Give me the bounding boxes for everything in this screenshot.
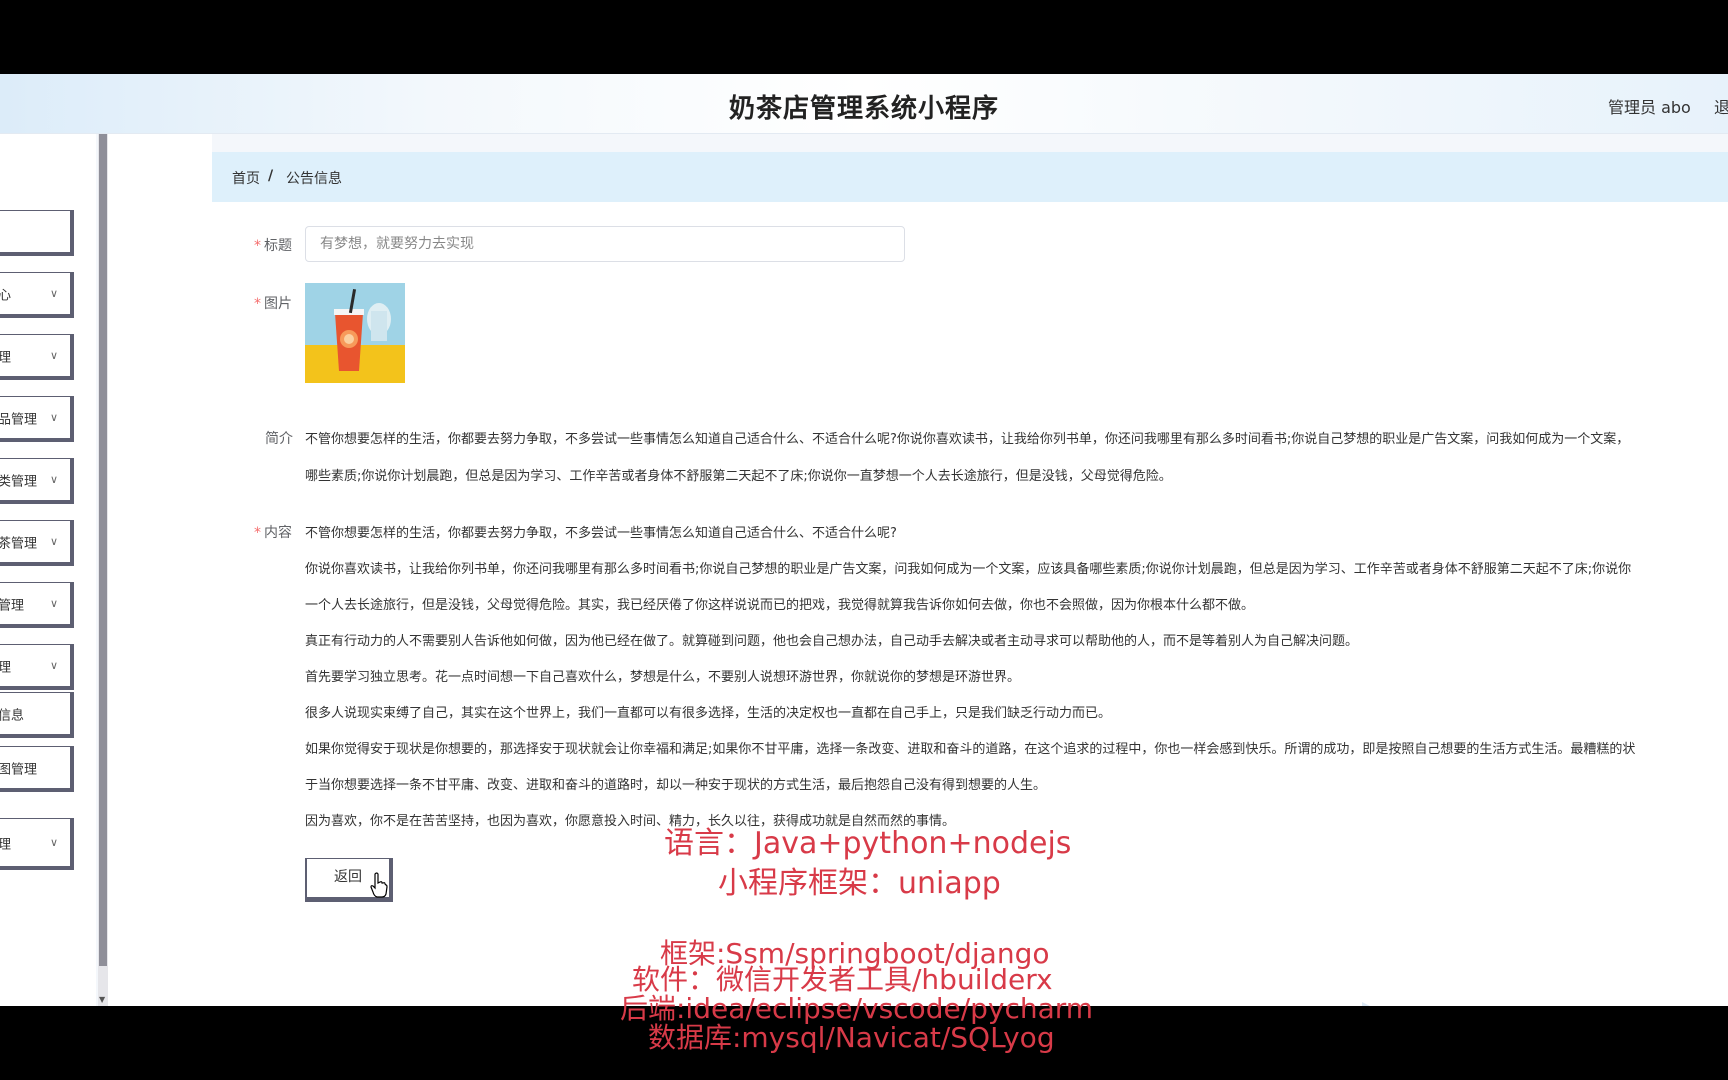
sidebar-item-label: 类管理 (0, 474, 38, 489)
sidebar-item-info[interactable]: 信息 (0, 692, 74, 738)
sidebar-scrollbar[interactable]: ▼ (98, 134, 108, 1006)
sidebar-item-product-manage[interactable]: 品管理 ∨ (0, 396, 74, 442)
intro-line: 哪些素质;你说你计划晨跑，但总是因为学习、工作辛苦或者身体不舒服第二天起不了床;… (305, 469, 1172, 484)
intro-line: 不管你想要怎样的生活，你都要去努力争取，不多尝试一些事情怎么知道自己适合什么、不… (305, 432, 1630, 447)
sidebar-item-label: 品管理 (0, 412, 38, 427)
overlay-language: 语言：Java+python+nodejs (664, 826, 1072, 861)
sidebar-item-tea-manage[interactable]: 茶管理 ∨ (0, 520, 74, 566)
content-line: 很多人说现实束缚了自己，其实在这个世界上，我们一直都可以有很多选择，生活的决定权… (305, 706, 1112, 721)
breadcrumb: 首页 / 公告信息 (212, 152, 1728, 202)
content-line: 如果你觉得安于现状是你想要的，那选择安于现状就会让你幸福和满足;如果你不甘平庸，… (305, 742, 1636, 757)
sidebar-item-category-manage[interactable]: 类管理 ∨ (0, 458, 74, 504)
sidebar-item-manage-4[interactable]: 理 ∨ (0, 818, 74, 870)
app-title: 奶茶店管理系统小程序 (728, 94, 999, 124)
app-screen: 奶茶店管理系统小程序 管理员 abo 退 心 ∨ 理 ∨ 品管理 ∨ 类管理 ∨… (0, 74, 1728, 1006)
logout-link[interactable]: 退 (1714, 94, 1728, 118)
sidebar-item-label: 信息 (0, 708, 25, 723)
sidebar-item-label: 茶管理 (0, 536, 38, 551)
content-line: 一个人去长途旅行，但是没钱，父母觉得危险。其实，我已经厌倦了你这样说说而已的把戏… (305, 598, 1255, 613)
scrollbar-thumb[interactable] (99, 134, 107, 966)
content-line: 你说你喜欢读书，让我给你列书单，你还问我哪里有那么多时间看书;你说自己梦想的职业… (305, 562, 1632, 577)
top-header: 奶茶店管理系统小程序 管理员 abo 退 (0, 74, 1728, 134)
title-field[interactable]: 有梦想，就要努力去实现 (305, 226, 905, 262)
overlay-database: 数据库:mysql/Navicat/SQLyog (648, 1021, 1055, 1054)
sidebar-item-label: 理 (0, 833, 11, 852)
sidebar-item-label: 管理 (0, 598, 25, 613)
hand-cursor-icon (370, 872, 388, 898)
chevron-down-icon: ∨ (49, 472, 58, 486)
content-label: * 内容 (254, 525, 292, 541)
breadcrumb-current: 公告信息 (286, 171, 342, 187)
scroll-down-icon[interactable]: ▼ (99, 995, 105, 1004)
content-line: 真正有行动力的人不需要别人告诉他如何做，因为他已经在做了。就算碰到问题，他也会自… (305, 634, 1359, 649)
image-label: * 图片 (254, 296, 292, 312)
chevron-down-icon: ∨ (49, 286, 58, 300)
chevron-down-icon: ∨ (49, 348, 58, 362)
sidebar-item-label: 理 (0, 656, 11, 675)
milk-tea-image (305, 283, 405, 383)
sidebar: 心 ∨ 理 ∨ 品管理 ∨ 类管理 ∨ 茶管理 ∨ 管理 ∨ 理 ∨ 信息 (0, 134, 96, 1006)
chevron-down-icon: ∨ (49, 596, 58, 610)
content-line: 不管你想要怎样的生活，你都要去努力争取，不多尝试一些事情怎么知道自己适合什么、不… (305, 526, 897, 541)
overlay-miniapp-framework: 小程序框架：uniapp (718, 866, 1001, 901)
intro-label: 简介 (265, 431, 293, 447)
breadcrumb-separator: / (268, 168, 274, 184)
sidebar-item-manage-1[interactable]: 理 ∨ (0, 334, 74, 380)
sidebar-item-label: 理 (0, 346, 11, 365)
sidebar-item-label: 图管理 (0, 762, 38, 777)
sidebar-item-home[interactable] (0, 210, 74, 256)
content-line: 首先要学习独立思考。花一点时间想一下自己喜欢什么，梦想是什么，不要别人说想环游世… (305, 670, 1021, 685)
sidebar-item-manage-2[interactable]: 管理 ∨ (0, 582, 74, 628)
notice-image[interactable] (305, 283, 405, 383)
sidebar-item-label: 心 (0, 284, 11, 303)
watermark-logo-icon (1362, 1002, 1370, 1006)
chevron-down-icon: ∨ (49, 410, 58, 424)
content-line: 于当你想要选择一条不甘平庸、改变、进取和奋斗的道路时，却以一种安于现状的方式生活… (305, 778, 1047, 793)
sidebar-item-carousel-manage[interactable]: 图管理 (0, 746, 74, 792)
admin-user-label[interactable]: 管理员 abo (1608, 94, 1691, 118)
content-gutter (108, 134, 212, 1006)
sidebar-item-center[interactable]: 心 ∨ (0, 272, 74, 318)
chevron-down-icon: ∨ (49, 658, 58, 672)
sidebar-item-manage-3[interactable]: 理 ∨ (0, 644, 74, 690)
chevron-down-icon: ∨ (49, 835, 58, 849)
title-label: * 标题 (254, 238, 292, 254)
breadcrumb-home[interactable]: 首页 (232, 168, 260, 188)
chevron-down-icon: ∨ (49, 534, 58, 548)
